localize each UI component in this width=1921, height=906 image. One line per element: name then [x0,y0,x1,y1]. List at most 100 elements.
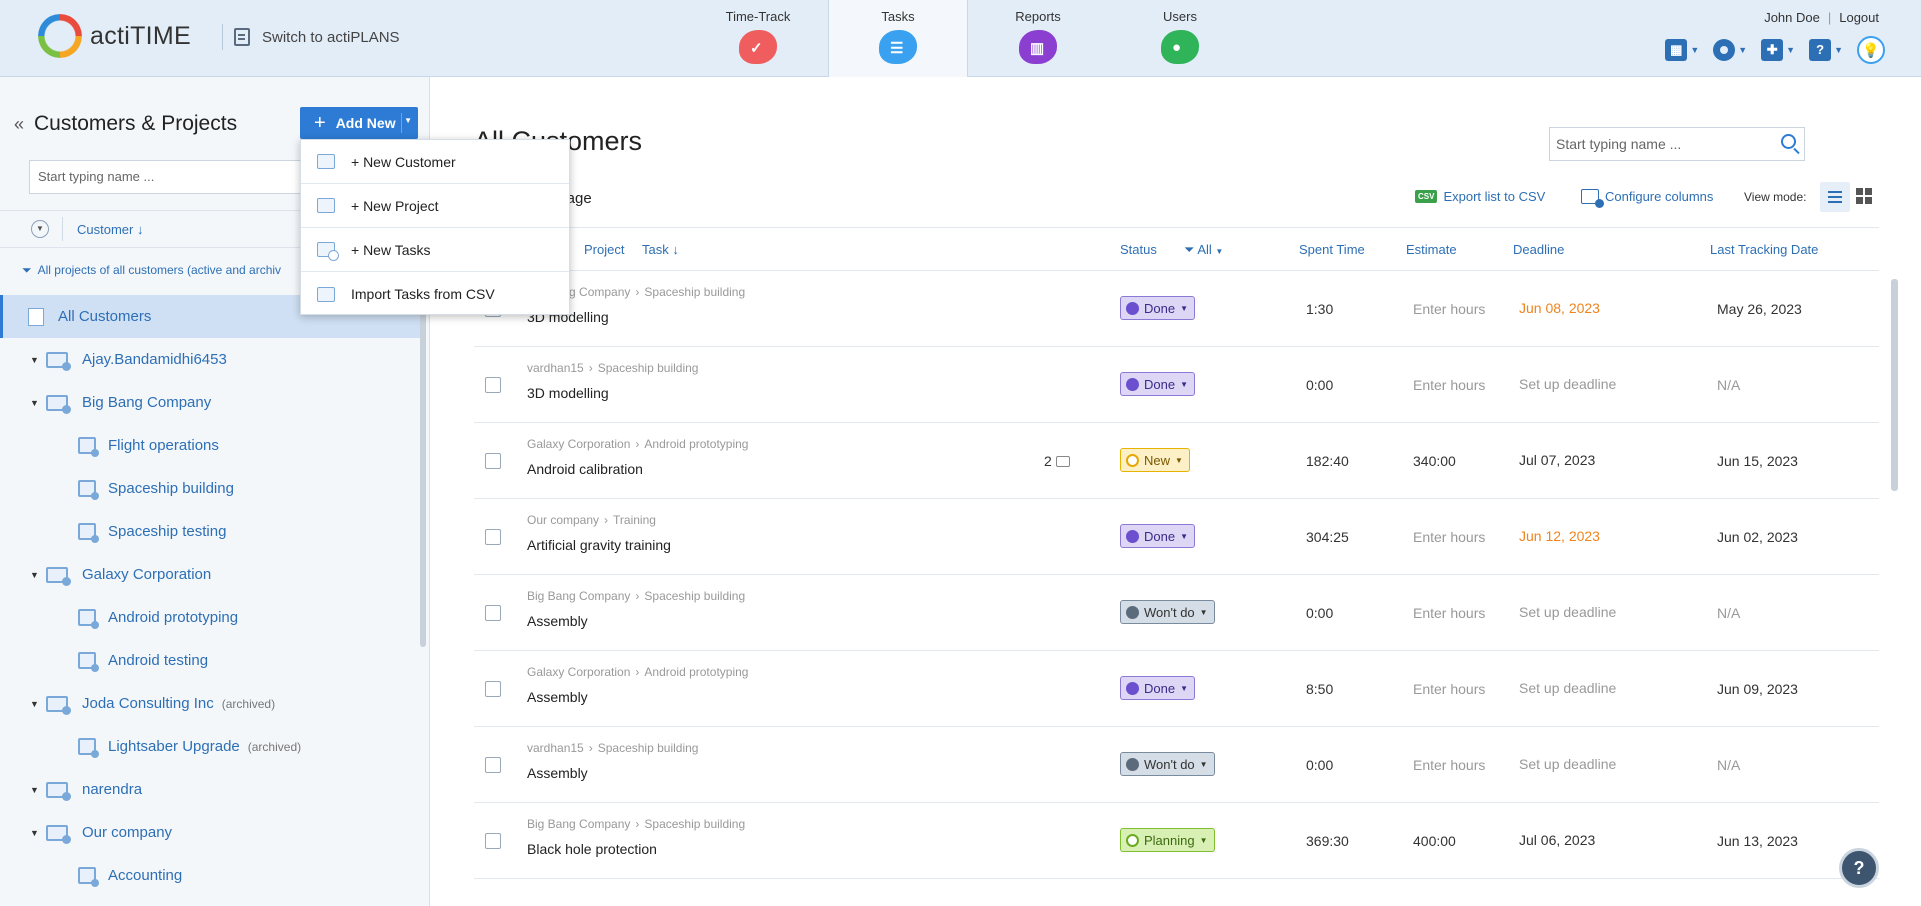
table-row[interactable]: Our company › Training Artificial gravity t… [474,499,1879,575]
collapse-panel-icon[interactable]: « [14,114,24,135]
deadline-field[interactable]: Set up deadline [1519,680,1616,696]
configure-columns-link[interactable]: Configure columns [1581,189,1713,208]
status-dropdown[interactable]: Done ▼ [1120,296,1195,320]
col-status[interactable]: Status [1120,242,1157,257]
tree-item-customer[interactable]: ▼ Big Bang Company [0,381,420,424]
actitime-logo[interactable]: actiTIME [38,14,191,58]
project-link[interactable]: Android prototyping [644,665,748,679]
tab-reports[interactable]: Reports ▥ [968,0,1108,77]
tree-item-project[interactable]: Android prototyping [0,596,420,639]
project-filter[interactable]: ⏷ All projects of all customers (active … [22,263,281,278]
task-name[interactable]: Black hole protection [527,841,657,857]
col-deadline[interactable]: Deadline [1513,242,1564,257]
add-new-button[interactable]: + Add New ▼ [300,107,418,139]
export-csv-link[interactable]: CSV Export list to CSV [1415,189,1545,204]
chevron-down-icon[interactable]: ▼ [30,699,39,709]
tree-item-customer[interactable]: ▼ Ajay.Bandamidhi6453 [0,338,420,381]
estimate-field[interactable]: 400:00 [1413,833,1456,849]
customer-link[interactable]: Our company [527,513,599,527]
status-dropdown[interactable]: Done ▼ [1120,524,1195,548]
logout-link[interactable]: Logout [1839,10,1879,25]
tab-time-track[interactable]: Time-Track ✓ [688,0,828,77]
project-link[interactable]: Spaceship building [644,589,745,603]
project-link[interactable]: Spaceship building [598,741,699,755]
main-scrollbar[interactable] [1891,279,1898,491]
estimate-field[interactable]: Enter hours [1413,301,1485,317]
tree-item-project[interactable]: Spaceship testing [0,510,420,553]
estimate-field[interactable]: Enter hours [1413,377,1485,393]
estimate-field[interactable]: Enter hours [1413,757,1485,773]
task-name[interactable]: Assembly [527,689,588,705]
user-name-link[interactable]: John Doe [1764,10,1820,25]
row-checkbox[interactable] [485,377,501,393]
project-link[interactable]: Android prototyping [644,437,748,451]
tree-item-customer[interactable]: ▼ Our company [0,811,420,854]
project-link[interactable]: Spaceship building [598,361,699,375]
table-row[interactable]: Big Bang Company › Spaceship building Assem… [474,575,1879,651]
expand-all-icon[interactable]: ▼ [31,220,49,238]
switch-to-actiplans-link[interactable]: Switch to actiPLANS [234,28,400,46]
table-row[interactable]: Galaxy Corporation › Android prototyping An… [474,423,1879,499]
task-name[interactable]: 3D modelling [527,385,609,401]
project-link[interactable]: Training [613,513,656,527]
chevron-down-icon[interactable]: ▼ [30,828,39,838]
status-filter[interactable]: ⏷ All ▼ [1184,242,1223,258]
customer-link[interactable]: Galaxy Corporation [527,665,630,679]
chevron-down-icon[interactable]: ▼ [30,398,39,408]
comments-count[interactable]: 2 [1044,453,1070,469]
status-dropdown[interactable]: Done ▼ [1120,372,1195,396]
customer-search-input[interactable]: Start typing name ... [29,160,319,194]
help-menu[interactable]: ? ▼ [1809,39,1843,61]
tree-item-customer[interactable]: ▼ Joda Consulting Inc (archived) [0,682,420,725]
customer-link[interactable]: Big Bang Company [527,589,630,603]
addons-menu[interactable]: ✚ ▼ [1761,39,1795,61]
list-view-icon[interactable] [1820,182,1850,212]
status-dropdown[interactable]: New ▼ [1120,448,1190,472]
customer-link[interactable]: vardhan15 [527,361,584,375]
row-checkbox[interactable] [485,605,501,621]
import-csv-item[interactable]: Import Tasks from CSV [301,272,569,316]
col-last-tracking-date[interactable]: Last Tracking Date [1710,242,1818,257]
new-tasks-item[interactable]: + New Tasks [301,228,569,272]
row-checkbox[interactable] [485,529,501,545]
row-checkbox[interactable] [485,833,501,849]
col-task[interactable]: Task ↓ [642,242,679,257]
tree-item-project[interactable]: Spaceship building [0,467,420,510]
tree-item-customer[interactable]: ▼ Galaxy Corporation [0,553,420,596]
deadline-field[interactable]: Jul 07, 2023 [1519,452,1595,468]
project-link[interactable]: Spaceship building [644,285,745,299]
deadline-field[interactable]: Jun 12, 2023 [1519,528,1600,544]
tab-users[interactable]: Users ● [1110,0,1250,77]
status-dropdown[interactable]: Won't do ▼ [1120,752,1215,776]
estimate-field[interactable]: Enter hours [1413,605,1485,621]
status-dropdown[interactable]: Won't do ▼ [1120,600,1215,624]
table-row[interactable]: Big Bang Company › Spaceship building Black… [474,803,1879,879]
estimate-field[interactable]: 340:00 [1413,453,1456,469]
customer-link[interactable]: Galaxy Corporation [527,437,630,451]
table-row[interactable]: vardhan15 › Spaceship building Assembly Won'… [474,727,1879,803]
settings-menu[interactable]: ▼ [1713,39,1747,61]
project-link[interactable]: Spaceship building [644,817,745,831]
task-search-input[interactable]: Start typing name ... [1549,127,1805,161]
tree-item-project[interactable]: Lightsaber Upgrade (archived) [0,725,420,768]
row-checkbox[interactable] [485,757,501,773]
help-button[interactable]: ? [1839,848,1879,888]
table-row[interactable]: Galaxy Corporation › Android prototyping As… [474,651,1879,727]
calendar-menu[interactable]: ▦ ▼ [1665,39,1699,61]
sort-by-customer[interactable]: Customer ↓ [77,222,143,237]
grid-view-icon[interactable] [1856,188,1872,204]
new-customer-item[interactable]: + New Customer [301,140,569,184]
row-checkbox[interactable] [485,453,501,469]
deadline-field[interactable]: Set up deadline [1519,376,1616,392]
row-checkbox[interactable] [485,681,501,697]
new-project-item[interactable]: + New Project [301,184,569,228]
task-name[interactable]: Assembly [527,765,588,781]
status-dropdown[interactable]: Planning ▼ [1120,828,1215,852]
deadline-field[interactable]: Set up deadline [1519,756,1616,772]
tab-tasks[interactable]: Tasks ☰ [828,0,968,78]
chevron-down-icon[interactable]: ▼ [30,355,39,365]
col-project[interactable]: Project [584,242,624,257]
tree-item-project[interactable]: Accounting [0,854,420,897]
col-estimate[interactable]: Estimate [1406,242,1457,257]
customer-link[interactable]: Big Bang Company [527,817,630,831]
